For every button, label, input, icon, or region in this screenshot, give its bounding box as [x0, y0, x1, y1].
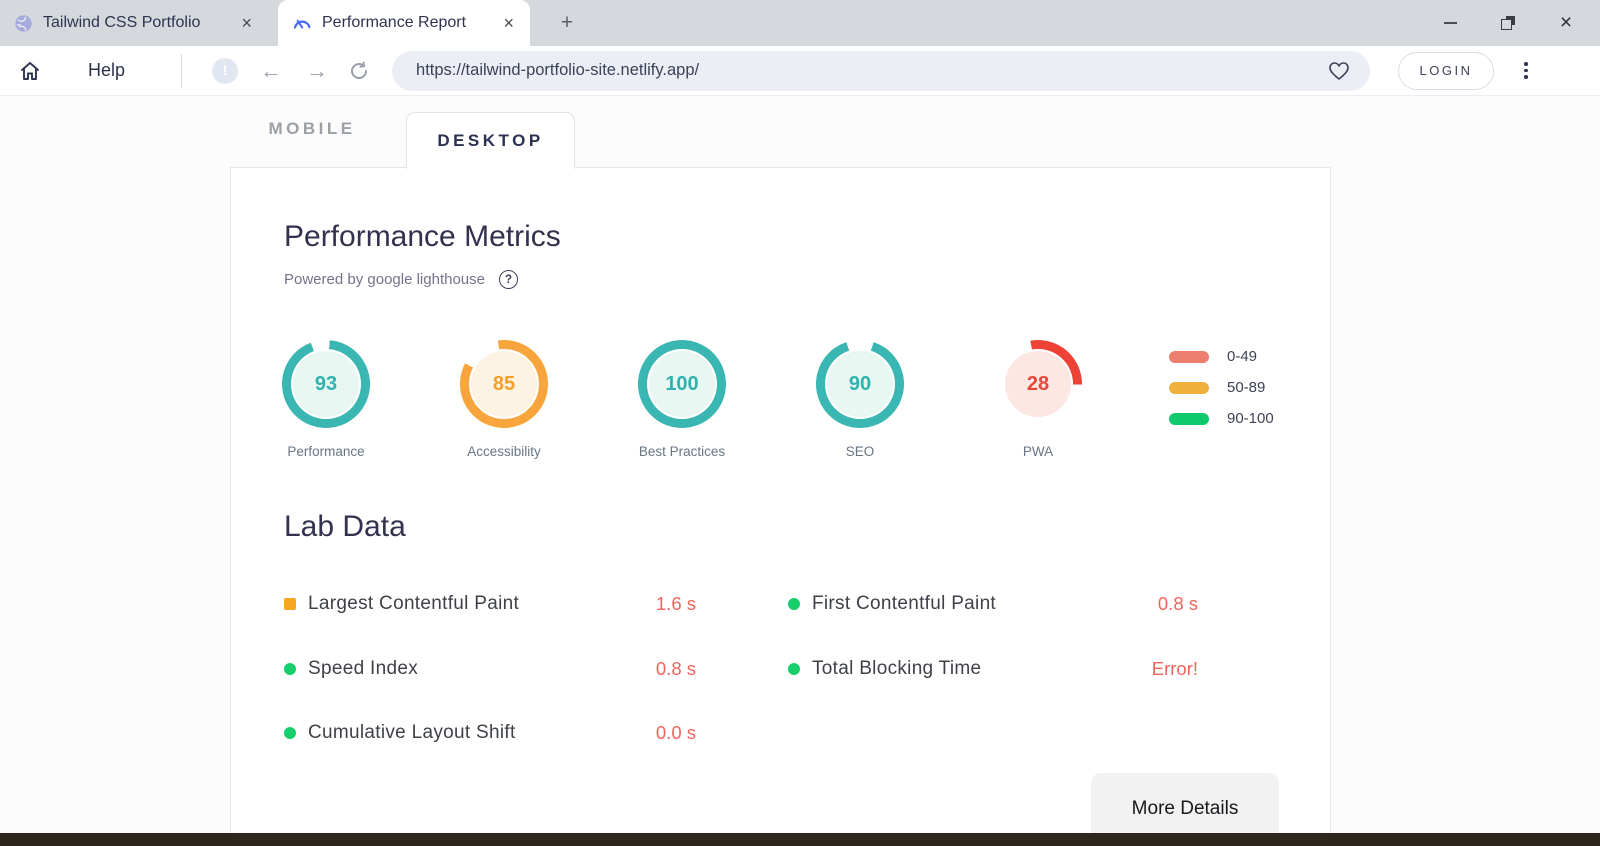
window-controls: ×: [1440, 0, 1600, 46]
reload-icon: [351, 61, 368, 79]
reload-button[interactable]: [346, 58, 372, 84]
legend-label: 0-49: [1227, 348, 1258, 365]
site-info-icon[interactable]: !: [212, 57, 239, 84]
green-dot-bullet-icon: [284, 662, 296, 675]
lab-metric-value: 0.0 s: [655, 722, 696, 744]
browser-tab-performance-report[interactable]: Performance Report ×: [278, 0, 530, 46]
gauge-label: SEO: [845, 444, 875, 459]
metrics-section-title: Performance Metrics: [284, 220, 561, 253]
gauge-best-practices: 100 Best Practices: [627, 340, 737, 459]
lab-metric-row: Largest Contentful Paint 1.6 s: [284, 572, 696, 637]
home-icon: [21, 61, 39, 80]
restore-icon: [1501, 16, 1515, 30]
minimize-button[interactable]: [1440, 13, 1460, 33]
green-dot-bullet-icon: [284, 727, 296, 740]
lab-metric-row: Total Blocking Time Error!: [788, 637, 1198, 702]
gauge-label: PWA: [1022, 444, 1054, 459]
gauge-label: Performance: [287, 444, 365, 459]
forward-button[interactable]: →: [304, 58, 330, 84]
browser-toolbar: Help ! ← → https://tailwind-portfolio-si…: [0, 46, 1600, 96]
green-dot-bullet-icon: [788, 662, 800, 675]
close-window-button[interactable]: ×: [1556, 11, 1576, 34]
browser-tab-strip: Tailwind CSS Portfolio × Performance Rep…: [0, 0, 1600, 46]
gauge-ring: 93: [282, 340, 370, 428]
lab-metric-value: 0.8 s: [655, 657, 696, 679]
lab-metric-value: Error!: [1151, 657, 1198, 679]
gauge-label: Best Practices: [638, 444, 726, 459]
tab-title: Performance Report: [322, 14, 467, 31]
gauge-icon: [292, 14, 312, 32]
gauge-value: 28: [1026, 372, 1050, 395]
help-tooltip-icon[interactable]: ?: [498, 270, 518, 289]
orange-square-bullet-icon: [284, 598, 296, 611]
gauge-pwa: 28 PWA: [983, 340, 1093, 459]
maximize-restore-button[interactable]: [1498, 13, 1518, 33]
legend-row: 0-49: [1169, 348, 1274, 365]
lab-metric-label: First Contentful Paint: [812, 593, 997, 615]
gauge-ring: 28: [994, 340, 1082, 428]
gauge-value: 90: [848, 372, 872, 395]
close-icon[interactable]: ×: [501, 13, 516, 34]
lab-data-section-title: Lab Data: [284, 510, 406, 543]
metrics-subtitle: Powered by google lighthouse: [284, 271, 485, 288]
report-card: Performance Metrics Powered by google li…: [230, 167, 1331, 846]
gauge-ring: 100: [638, 340, 726, 428]
favorite-button[interactable]: [1326, 58, 1352, 84]
gauge-value: 85: [492, 372, 516, 395]
gauge-ring: 85: [460, 340, 548, 428]
legend-color-pill: [1169, 381, 1209, 394]
tab-desktop[interactable]: DESKTOP: [406, 112, 575, 169]
toolbar-divider: [181, 53, 183, 88]
url-text[interactable]: https://tailwind-portfolio-site.netlify.…: [416, 61, 1326, 80]
tab-title: Tailwind CSS Portfolio: [43, 14, 201, 31]
screen-bottom-strip: [0, 833, 1600, 846]
gauge-accessibility: 85 Accessibility: [449, 340, 559, 459]
legend-label: 90-100: [1227, 410, 1274, 427]
legend-color-pill: [1169, 412, 1209, 425]
lab-data-grid: Largest Contentful Paint 1.6 s Speed Index…: [284, 572, 1198, 766]
back-button[interactable]: ←: [258, 58, 284, 84]
gauge-label: Accessibility: [467, 444, 541, 459]
legend-label: 50-89: [1227, 379, 1266, 396]
gauge-row: 93 Performance 85 Accessibility 100 Best Prac…: [271, 340, 1093, 459]
gauge-value: 100: [665, 372, 699, 395]
new-tab-button[interactable]: +: [554, 10, 580, 36]
address-bar[interactable]: https://tailwind-portfolio-site.netlify.…: [392, 50, 1371, 91]
gauge-seo: 90 SEO: [805, 340, 915, 459]
gauge-value: 93: [314, 372, 338, 395]
legend-row: 90-100: [1169, 410, 1274, 427]
help-menu[interactable]: Help: [88, 60, 125, 81]
lab-metric-row: Speed Index 0.8 s: [284, 637, 696, 702]
lab-metric-row: First Contentful Paint 0.8 s: [788, 572, 1198, 637]
browser-menu-button[interactable]: [1516, 62, 1536, 79]
lab-metric-value: 0.8 s: [1157, 593, 1198, 615]
score-legend: 0-49 50-89 90-100: [1169, 348, 1274, 427]
gauge-performance: 93 Performance: [271, 340, 381, 459]
login-button[interactable]: LOGIN: [1398, 51, 1495, 90]
home-button[interactable]: [16, 57, 44, 85]
lab-metric-label: Total Blocking Time: [812, 657, 982, 679]
gauge-ring: 90: [816, 340, 904, 428]
lab-metric-value: 1.6 s: [655, 593, 696, 615]
browser-tab-portfolio[interactable]: Tailwind CSS Portfolio ×: [0, 0, 268, 46]
close-icon[interactable]: ×: [239, 13, 254, 34]
lab-metric-label: Cumulative Layout Shift: [308, 722, 516, 744]
green-dot-bullet-icon: [788, 598, 800, 611]
lab-metric-row: Cumulative Layout Shift 0.0 s: [284, 701, 696, 766]
lab-metric-label: Speed Index: [308, 657, 418, 679]
lab-metric-label: Largest Contentful Paint: [308, 593, 520, 615]
tab-mobile[interactable]: MOBILE: [248, 119, 376, 139]
heart-icon: [1329, 61, 1349, 80]
page-content: MOBILE DESKTOP Performance Metrics Power…: [0, 97, 1600, 846]
legend-row: 50-89: [1169, 379, 1274, 396]
legend-color-pill: [1169, 350, 1209, 363]
globe-icon: [14, 14, 33, 33]
